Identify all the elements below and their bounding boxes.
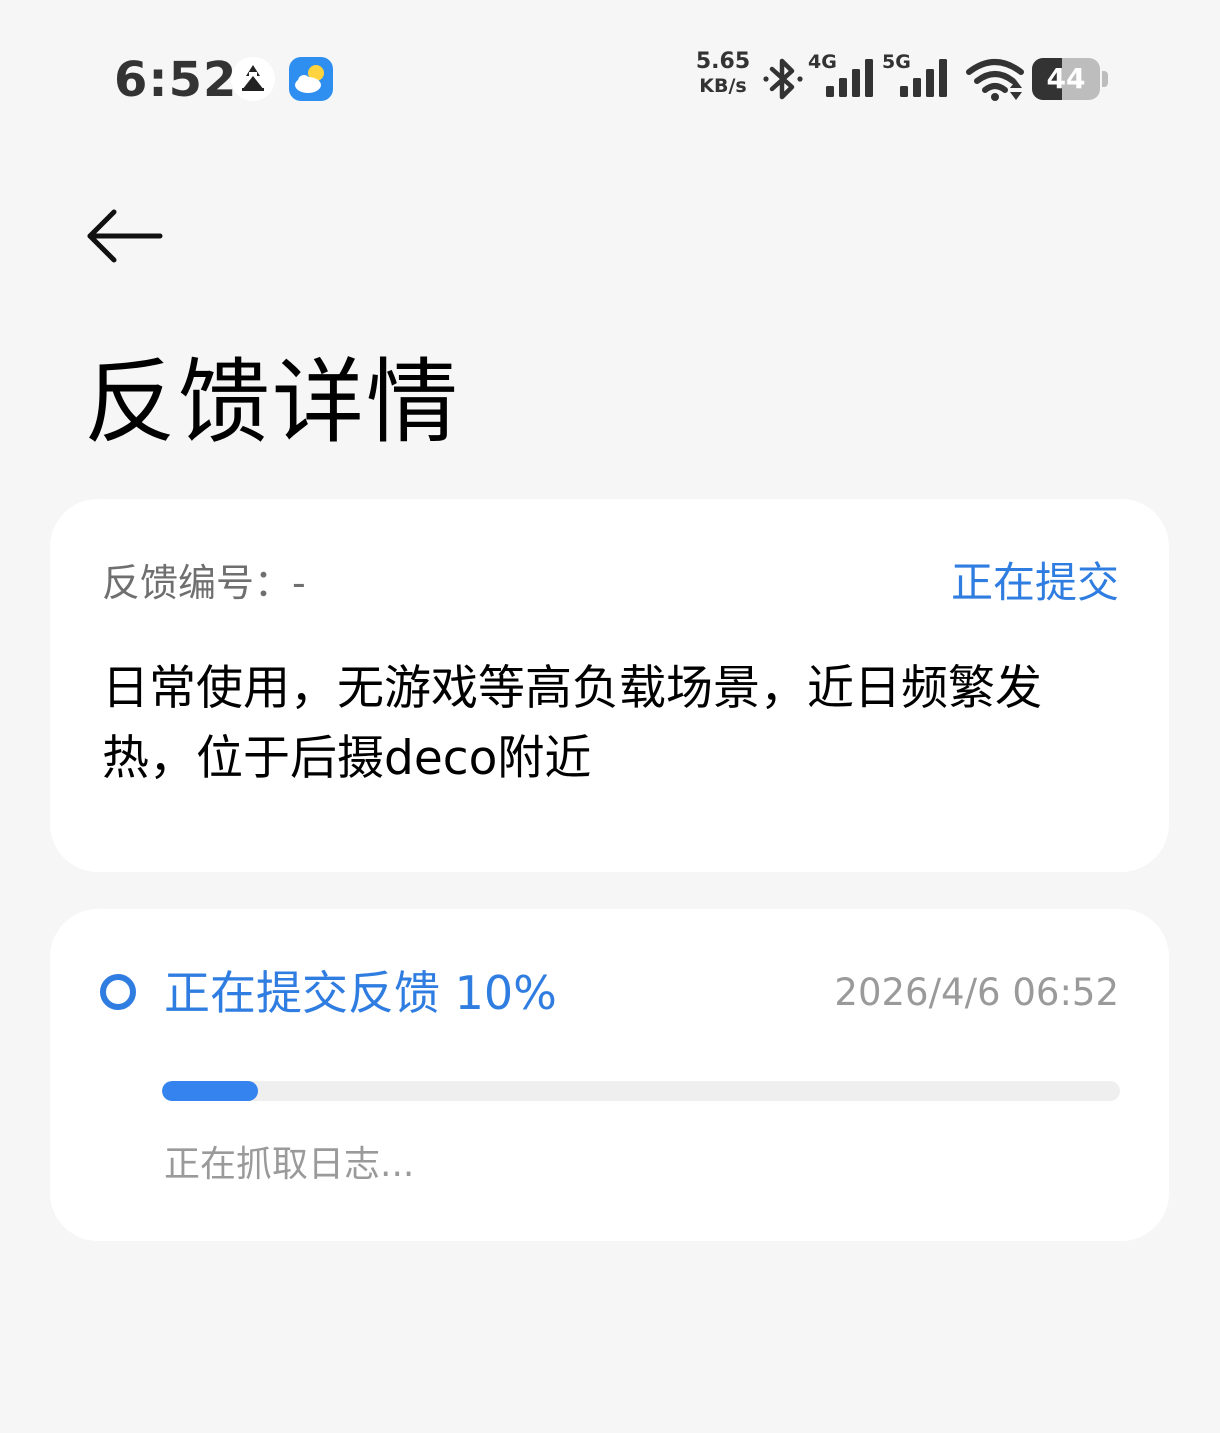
network-speed-unit: KB/s bbox=[699, 75, 747, 97]
progress-title: 正在提交反馈 10% bbox=[164, 966, 557, 1020]
battery-level: 44 bbox=[1046, 62, 1086, 95]
wifi-icon bbox=[966, 59, 1024, 101]
cell-signal-icon: 4G bbox=[808, 51, 873, 97]
status-time: 6:52 bbox=[114, 52, 238, 108]
network-speed-value: 5.65 bbox=[695, 49, 751, 74]
back-button[interactable] bbox=[80, 200, 170, 272]
page-title: 反馈详情 bbox=[84, 349, 461, 456]
signal-2-label: 5G bbox=[882, 51, 911, 73]
battery-cap bbox=[1102, 71, 1108, 87]
submission-status[interactable]: 正在提交 bbox=[951, 557, 1119, 609]
feedback-id-label: 反馈编号：- bbox=[102, 561, 306, 605]
progress-bar bbox=[162, 1081, 1120, 1101]
feedback-description: 日常使用，无游戏等高负载场景，近日频繁发热，位于后摄deco附近 bbox=[102, 661, 1042, 786]
bluetooth-icon bbox=[763, 58, 803, 100]
submission-progress-card: 正在提交反馈 10% 2026/4/6 06:52 正在抓取日志... bbox=[50, 909, 1169, 1241]
progress-subtitle: 正在抓取日志... bbox=[164, 1144, 415, 1185]
back-arrow-icon bbox=[87, 209, 163, 263]
signal-1-label: 4G bbox=[808, 51, 837, 73]
cell-signal-icon-2: 5G bbox=[882, 51, 947, 97]
battery-icon: 44 bbox=[1032, 58, 1108, 100]
battery-body: 44 bbox=[1032, 58, 1100, 100]
progress-status-icon bbox=[100, 974, 136, 1010]
status-bar: 6:52 5.65 KB/s 4G 5G 44 bbox=[0, 0, 1220, 150]
progress-timestamp: 2026/4/6 06:52 bbox=[834, 971, 1119, 1014]
progress-bar-fill bbox=[162, 1081, 258, 1101]
feedback-detail-card: 反馈编号：- 正在提交 日常使用，无游戏等高负载场景，近日频繁发热，位于后摄de… bbox=[50, 499, 1169, 872]
network-speed: 5.65 KB/s bbox=[690, 50, 756, 98]
weather-icon bbox=[289, 57, 333, 101]
app-notification-icon bbox=[231, 57, 275, 101]
